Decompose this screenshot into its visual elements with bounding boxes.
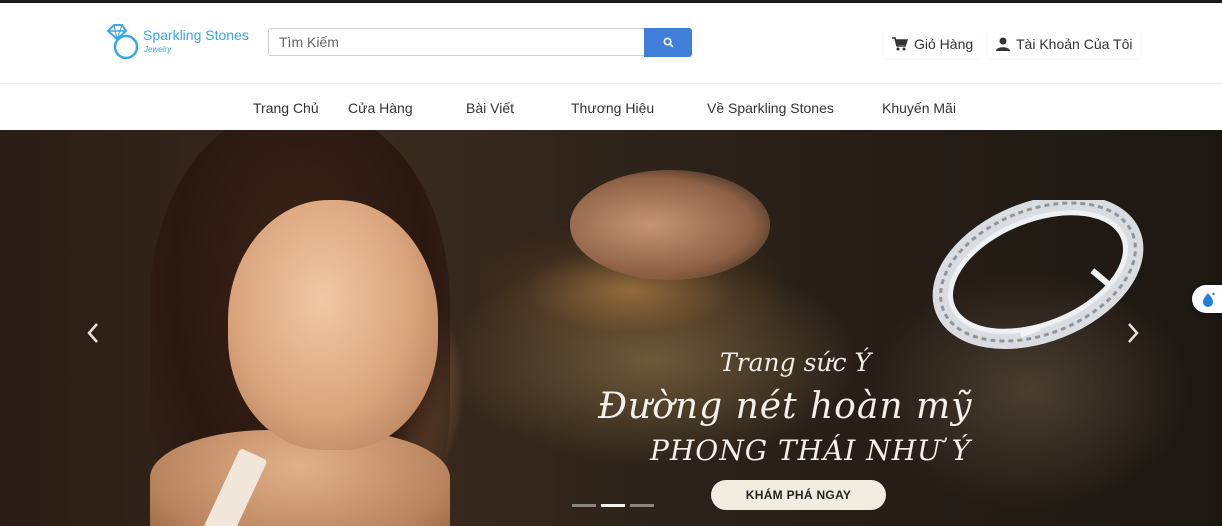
chevron-left-icon	[87, 323, 98, 343]
slide-dot[interactable]	[630, 504, 654, 507]
chevron-right-icon	[1128, 323, 1139, 343]
account-link[interactable]: Tài Khoản Của Tôi	[988, 30, 1140, 58]
floating-widget-button[interactable]	[1192, 285, 1222, 313]
slide-dot-active[interactable]	[601, 504, 625, 507]
user-icon	[996, 37, 1010, 51]
site-header: Sparkling Stones Jewelry Giỏ Hàng Tài Kh…	[0, 3, 1222, 84]
nav-item-promotions[interactable]: Khuyến Mãi	[882, 100, 956, 116]
slide-dot[interactable]	[572, 504, 596, 507]
search-input[interactable]	[268, 28, 644, 56]
hero-line-3: PHONG THÁI NHƯ Ý	[650, 434, 972, 467]
nav-item-about[interactable]: Về Sparkling Stones	[707, 100, 834, 116]
ring-diamond-icon	[106, 24, 139, 60]
main-nav: Trang Chủ Cửa Hàng Bài Viết Thương Hiệu …	[0, 84, 1222, 130]
brand-tagline: Jewelry	[144, 45, 172, 54]
water-drop-icon	[1203, 292, 1215, 307]
cart-icon	[892, 37, 908, 51]
nav-item-home[interactable]: Trang Chủ	[253, 100, 319, 116]
artisan-hand-image	[570, 170, 770, 280]
slide-indicators	[572, 504, 662, 508]
account-label: Tài Khoản Của Tôi	[1016, 36, 1133, 52]
prev-slide-button[interactable]	[78, 318, 108, 348]
hero-banner: Trang sức Ý Đường nét hoàn mỹ PHONG THÁI…	[0, 130, 1222, 526]
nav-item-shop[interactable]: Cửa Hàng	[348, 100, 413, 116]
search-bar	[268, 28, 692, 58]
search-button[interactable]	[644, 28, 692, 57]
search-icon	[663, 37, 673, 48]
hero-line-2: Đường nét hoàn mỹ	[598, 386, 973, 427]
cart-label: Giỏ Hàng	[914, 36, 974, 52]
cart-link[interactable]: Giỏ Hàng	[884, 30, 981, 58]
next-slide-button[interactable]	[1118, 318, 1148, 348]
nav-item-blog[interactable]: Bài Viết	[466, 100, 514, 116]
model-face-image	[228, 200, 438, 450]
brand-name: Sparkling Stones	[143, 27, 249, 43]
nav-item-brands[interactable]: Thương Hiệu	[571, 100, 654, 116]
explore-now-button[interactable]: KHÁM PHÁ NGAY	[711, 480, 886, 510]
brand-logo[interactable]: Sparkling Stones Jewelry	[104, 23, 249, 63]
hero-line-1: Trang sức Ý	[720, 348, 871, 377]
bracelet-image	[932, 200, 1144, 350]
